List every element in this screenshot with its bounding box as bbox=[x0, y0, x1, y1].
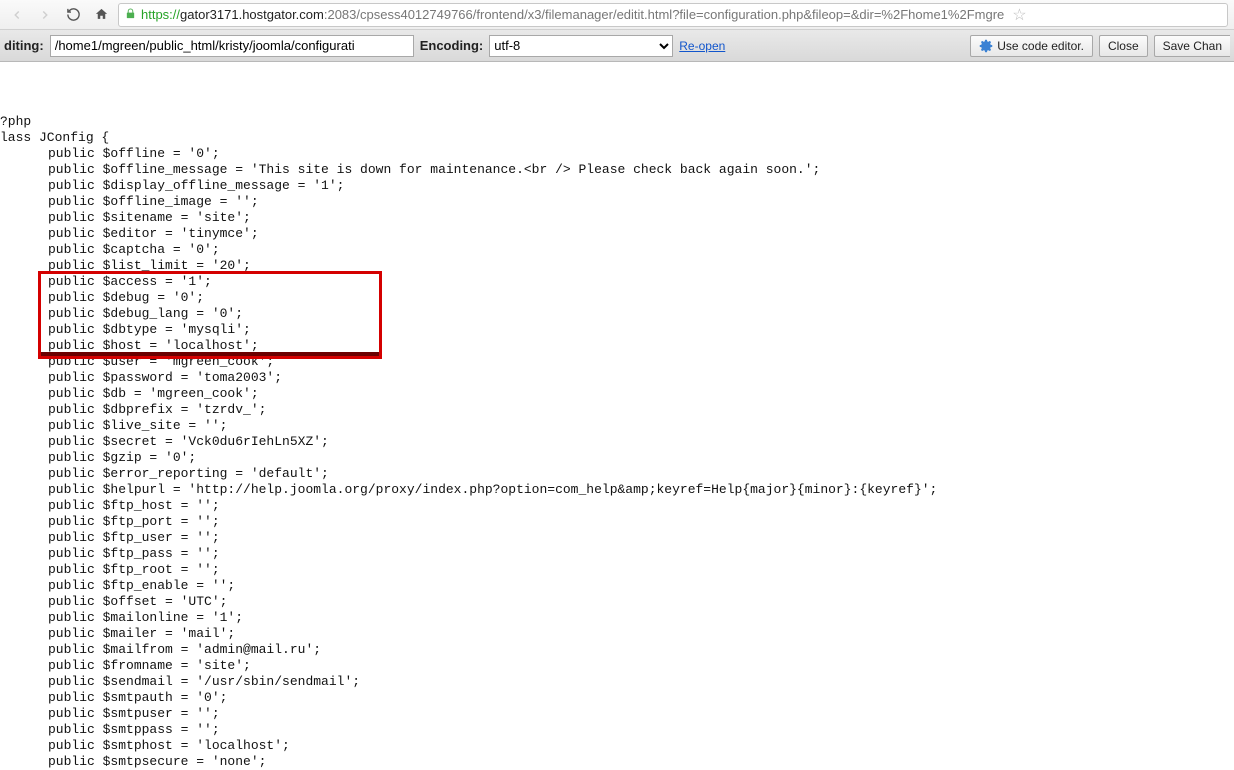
code-line: public $captcha = '0'; bbox=[0, 242, 1234, 258]
code-line: public $live_site = ''; bbox=[0, 418, 1234, 434]
code-line: ?php bbox=[0, 114, 1234, 130]
code-line: public $ftp_host = ''; bbox=[0, 498, 1234, 514]
editor-toolbar: diting: Encoding: utf-8 Re-open Use code… bbox=[0, 30, 1234, 62]
home-icon bbox=[94, 7, 109, 22]
code-line: public $password = 'toma2003'; bbox=[0, 370, 1234, 386]
code-line: public $error_reporting = 'default'; bbox=[0, 466, 1234, 482]
code-line: public $smtphost = 'localhost'; bbox=[0, 738, 1234, 754]
code-line: public $ftp_port = ''; bbox=[0, 514, 1234, 530]
close-label: Close bbox=[1108, 39, 1139, 53]
code-line: public $ftp_pass = ''; bbox=[0, 546, 1234, 562]
code-line: public $offline = '0'; bbox=[0, 146, 1234, 162]
code-line: public $debug = '0'; bbox=[0, 290, 1234, 306]
code-line: public $db = 'mgreen_cook'; bbox=[0, 386, 1234, 402]
code-line: public $mailonline = '1'; bbox=[0, 610, 1234, 626]
save-label: Save Chan bbox=[1163, 39, 1222, 53]
code-line: public $display_offline_message = '1'; bbox=[0, 178, 1234, 194]
code-line: public $ftp_root = ''; bbox=[0, 562, 1234, 578]
code-line: public $offline_message = 'This site is … bbox=[0, 162, 1234, 178]
forward-button bbox=[34, 4, 56, 26]
code-editor-content[interactable]: ?phplass JConfig {public $offline = '0';… bbox=[0, 62, 1234, 770]
lock-icon bbox=[125, 7, 136, 22]
code-line: public $offline_image = ''; bbox=[0, 194, 1234, 210]
browser-chrome: https://gator3171.hostgator.com:2083/cps… bbox=[0, 0, 1234, 30]
code-line: public $mailfrom = 'admin@mail.ru'; bbox=[0, 642, 1234, 658]
code-line: public $ftp_user = ''; bbox=[0, 530, 1234, 546]
gear-icon bbox=[979, 39, 993, 53]
arrow-right-icon bbox=[38, 8, 52, 22]
code-line: public $access = '1'; bbox=[0, 274, 1234, 290]
url-protocol: https:// bbox=[141, 7, 180, 22]
reopen-link[interactable]: Re-open bbox=[679, 39, 725, 53]
code-line: public $gzip = '0'; bbox=[0, 450, 1234, 466]
arrow-left-icon bbox=[10, 8, 24, 22]
code-line: public $dbprefix = 'tzrdv_'; bbox=[0, 402, 1234, 418]
back-button bbox=[6, 4, 28, 26]
code-line: public $sendmail = '/usr/sbin/sendmail'; bbox=[0, 674, 1234, 690]
encoding-select[interactable]: utf-8 bbox=[489, 35, 673, 57]
code-line: public $smtpauth = '0'; bbox=[0, 690, 1234, 706]
code-line: public $user = 'mgreen_cook'; bbox=[0, 354, 1234, 370]
code-line: public $ftp_enable = ''; bbox=[0, 578, 1234, 594]
reload-button[interactable] bbox=[62, 4, 84, 26]
code-line: public $dbtype = 'mysqli'; bbox=[0, 322, 1234, 338]
url-path: :2083/cpsess4012749766/frontend/x3/filem… bbox=[324, 7, 1004, 22]
code-line: public $fromname = 'site'; bbox=[0, 658, 1234, 674]
code-line: public $smtpuser = ''; bbox=[0, 706, 1234, 722]
use-code-editor-button[interactable]: Use code editor. bbox=[970, 35, 1093, 57]
code-line: public $mailer = 'mail'; bbox=[0, 626, 1234, 642]
code-line: public $sitename = 'site'; bbox=[0, 210, 1234, 226]
editing-label: diting: bbox=[4, 38, 44, 53]
code-line: public $helpurl = 'http://help.joomla.or… bbox=[0, 482, 1234, 498]
close-button[interactable]: Close bbox=[1099, 35, 1148, 57]
code-line: public $editor = 'tinymce'; bbox=[0, 226, 1234, 242]
encoding-label: Encoding: bbox=[420, 38, 484, 53]
file-path-input[interactable] bbox=[50, 35, 414, 57]
bookmark-star-icon[interactable]: ☆ bbox=[1012, 5, 1026, 25]
code-line: public $offset = 'UTC'; bbox=[0, 594, 1234, 610]
code-line: public $debug_lang = '0'; bbox=[0, 306, 1234, 322]
code-line: public $list_limit = '20'; bbox=[0, 258, 1234, 274]
save-button[interactable]: Save Chan bbox=[1154, 35, 1230, 57]
code-line: public $smtpsecure = 'none'; bbox=[0, 754, 1234, 770]
use-code-editor-label: Use code editor. bbox=[997, 39, 1084, 53]
url-bar[interactable]: https://gator3171.hostgator.com:2083/cps… bbox=[118, 3, 1228, 27]
code-line: public $host = 'localhost'; bbox=[0, 338, 1234, 354]
home-button[interactable] bbox=[90, 4, 112, 26]
reload-icon bbox=[66, 7, 81, 22]
url-host: gator3171.hostgator.com bbox=[180, 7, 324, 22]
code-line: lass JConfig { bbox=[0, 130, 1234, 146]
code-line: public $smtppass = ''; bbox=[0, 722, 1234, 738]
code-line: public $secret = 'Vck0du6rIehLn5XZ'; bbox=[0, 434, 1234, 450]
